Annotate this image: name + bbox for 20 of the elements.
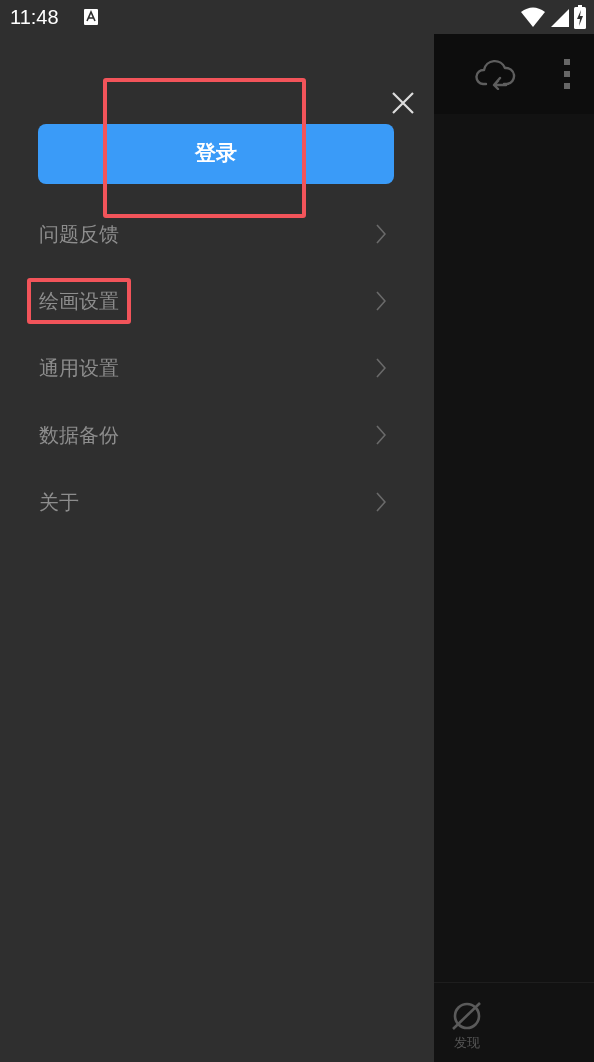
menu-item[interactable]: 数据备份 bbox=[39, 420, 119, 449]
keyboard-icon bbox=[82, 8, 99, 26]
chevron-right-icon bbox=[376, 424, 386, 445]
chevron-right-icon bbox=[376, 223, 386, 244]
menu-item[interactable]: 问题反馈 bbox=[39, 219, 119, 248]
more-icon[interactable] bbox=[564, 59, 570, 89]
discover-tab[interactable]: 发现 bbox=[450, 983, 484, 1053]
clock: 11:48 bbox=[10, 5, 59, 30]
login-button[interactable]: 登录 bbox=[38, 124, 394, 184]
chevron-right-icon bbox=[376, 290, 386, 311]
menu-item[interactable]: 通用设置 bbox=[39, 353, 119, 382]
close-button[interactable] bbox=[390, 90, 416, 116]
menu-item[interactable]: 绘画设置 bbox=[39, 286, 119, 315]
chevron-right-icon bbox=[376, 357, 386, 378]
chevron-right-icon bbox=[376, 491, 386, 512]
menu-item[interactable]: 关于 bbox=[39, 487, 79, 516]
cloud-sync-icon[interactable] bbox=[474, 58, 516, 90]
signal-icon bbox=[550, 7, 570, 27]
wifi-icon bbox=[520, 7, 546, 27]
battery-icon bbox=[574, 5, 586, 29]
